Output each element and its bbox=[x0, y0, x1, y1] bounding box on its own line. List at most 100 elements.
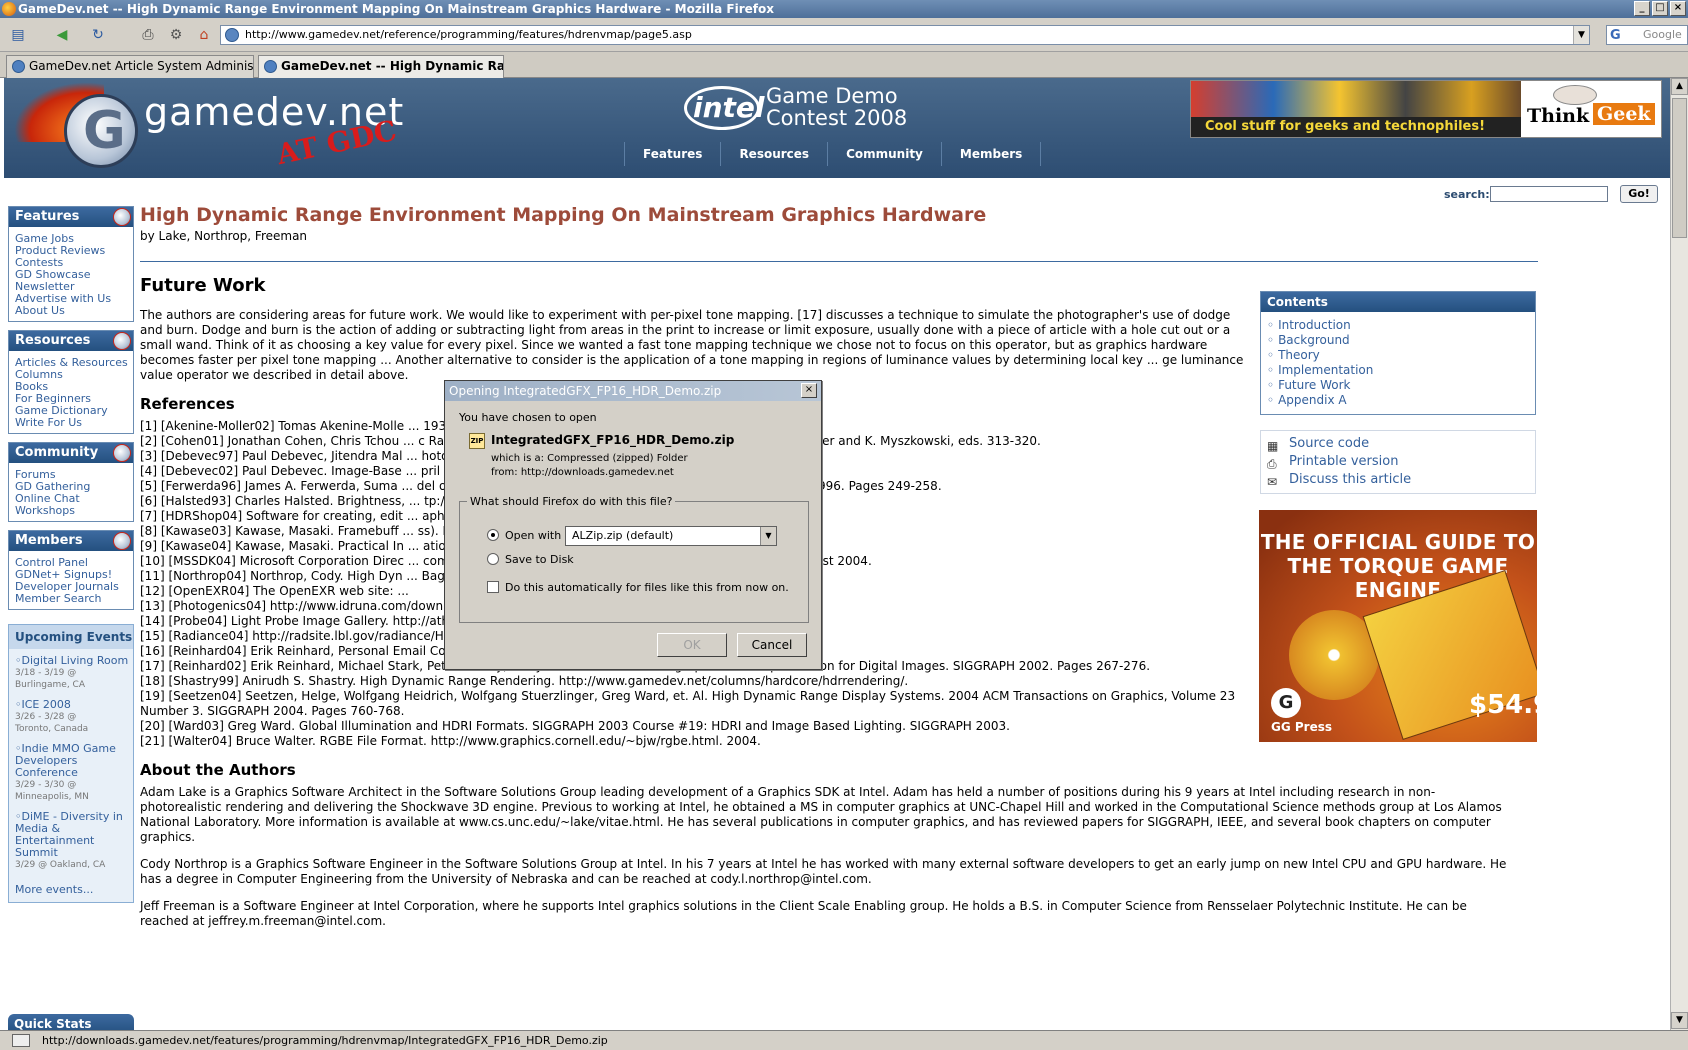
search-input[interactable] bbox=[1490, 186, 1608, 202]
reload-icon[interactable]: ↻ bbox=[88, 26, 108, 44]
scroll-up-icon[interactable]: ▲ bbox=[1671, 78, 1688, 95]
nav-members[interactable]: Members bbox=[940, 142, 1042, 166]
contents-box: Contents Introduction Background Theory … bbox=[1260, 291, 1536, 415]
open-with-radio[interactable] bbox=[487, 529, 499, 541]
discuss-article-link[interactable]: ✉ Discuss this article bbox=[1267, 471, 1529, 489]
firefox-icon bbox=[2, 2, 16, 16]
promo-line-1: Game Demo bbox=[766, 84, 898, 108]
print-icon[interactable]: ⎙ bbox=[138, 26, 158, 44]
status-text: http://downloads.gamedev.net/features/pr… bbox=[42, 1034, 608, 1047]
web-search-field[interactable]: G Google bbox=[1606, 25, 1688, 45]
reference-item: [18] [Shastry99] Anirudh S. Shastry. Hig… bbox=[140, 674, 909, 688]
g-ball-icon bbox=[113, 532, 131, 550]
vertical-scrollbar[interactable]: ▲ ▼ bbox=[1670, 78, 1688, 1030]
google-icon: G bbox=[1610, 28, 1621, 43]
torque-book-ad[interactable]: THE OFFICIAL GUIDE TO THE TORQUE GAME EN… bbox=[1259, 510, 1537, 742]
menu-icon[interactable]: ▤ bbox=[8, 26, 28, 44]
contents-link-appendix-a[interactable]: Appendix A bbox=[1267, 393, 1529, 408]
action-group-label: What should Firefox do with this file? bbox=[467, 495, 676, 508]
banner-product-image bbox=[1191, 81, 1521, 121]
ok-button[interactable]: OK bbox=[657, 633, 727, 657]
save-to-disk-label: Save to Disk bbox=[505, 553, 574, 566]
minimize-button[interactable]: _ bbox=[1634, 1, 1650, 16]
more-events-link[interactable]: More events... bbox=[9, 883, 133, 902]
save-to-disk-radio[interactable] bbox=[487, 553, 499, 565]
sidebar-item-about-us[interactable]: About Us bbox=[15, 305, 129, 317]
event-title[interactable]: ◦Indie MMO Game Developers Conference bbox=[15, 743, 129, 779]
back-icon[interactable]: ◀ bbox=[52, 26, 72, 44]
features-box: Features Game Jobs Product Reviews Conte… bbox=[8, 206, 134, 322]
intel-promo[interactable]: intel Game Demo Contest 2008 bbox=[684, 82, 914, 132]
open-with-value: ALZip.zip (default) bbox=[572, 529, 674, 542]
author-bio-lake: Adam Lake is a Graphics Software Archite… bbox=[140, 785, 1502, 844]
future-work-paragraph: The authors are considering areas for fu… bbox=[140, 308, 1244, 382]
g-ball-icon bbox=[113, 444, 131, 462]
status-bar: http://downloads.gamedev.net/features/pr… bbox=[0, 1030, 1688, 1050]
members-box: Members Control Panel GDNet+ Signups! De… bbox=[8, 530, 134, 610]
chevron-down-icon[interactable]: ▼ bbox=[760, 527, 776, 545]
quick-stats-header: Quick Stats bbox=[8, 1014, 134, 1030]
home-icon[interactable]: ⌂ bbox=[194, 26, 214, 44]
scroll-down-icon[interactable]: ▼ bbox=[1671, 1012, 1688, 1029]
community-box: Community Forums GD Gathering Online Cha… bbox=[8, 442, 134, 522]
reference-item: [21] [Walter04] Bruce Walter. RGBE File … bbox=[140, 734, 761, 748]
event-date: 3/29 @ Oakland, CA bbox=[15, 860, 106, 870]
community-header: Community bbox=[9, 443, 133, 463]
g-ball-icon bbox=[113, 332, 131, 350]
web-search-placeholder: Google bbox=[1643, 28, 1682, 41]
source-code-link[interactable]: ▦ Source code bbox=[1267, 435, 1529, 453]
status-icon bbox=[12, 1034, 30, 1047]
resources-header: Resources bbox=[9, 331, 133, 351]
event-title[interactable]: ◦ICE 2008 bbox=[15, 699, 129, 711]
event-title[interactable]: ◦DiME - Diversity in Media & Entertainme… bbox=[15, 811, 129, 859]
reference-item: [20] [Ward03] Greg Ward. Global Illumina… bbox=[140, 719, 1010, 733]
reference-item: [19] [Seetzen04] Seetzen, Helge, Wolfgan… bbox=[140, 689, 1236, 718]
contents-link-introduction[interactable]: Introduction bbox=[1267, 318, 1529, 333]
site-icon bbox=[225, 28, 239, 42]
intel-logo: intel bbox=[684, 86, 765, 130]
url-dropdown-icon[interactable]: ▼ bbox=[1573, 26, 1589, 44]
contents-link-theory[interactable]: Theory bbox=[1267, 348, 1529, 363]
event-date: 3/18 - 3/19 @ Burlingame, CA bbox=[15, 668, 85, 690]
close-window-button[interactable]: × bbox=[1670, 1, 1686, 16]
sidebar-item-write-for-us[interactable]: Write For Us bbox=[15, 417, 129, 429]
go-button[interactable]: Go! bbox=[1620, 185, 1658, 203]
auto-action-checkbox[interactable] bbox=[487, 581, 499, 593]
author-bio-northrop: Cody Northrop is a Graphics Software Eng… bbox=[140, 857, 1507, 886]
printable-version-link[interactable]: ⎙ Printable version bbox=[1267, 453, 1529, 471]
sidebar-item-member-search[interactable]: Member Search bbox=[15, 593, 129, 605]
tool-icon[interactable]: ⚙ bbox=[166, 26, 186, 44]
contents-link-background[interactable]: Background bbox=[1267, 333, 1529, 348]
url-bar[interactable]: http://www.gamedev.net/reference/program… bbox=[220, 25, 1590, 45]
contents-header: Contents bbox=[1261, 292, 1535, 312]
nav-features[interactable]: Features bbox=[624, 142, 720, 166]
tab-favicon bbox=[264, 60, 277, 73]
speech-bubble-icon: ✉ bbox=[1267, 475, 1278, 489]
window-title: GameDev.net -- High Dynamic Range Enviro… bbox=[18, 2, 774, 16]
maximize-button[interactable]: □ bbox=[1652, 1, 1668, 16]
article-byline: by Lake, Northrop, Freeman bbox=[140, 229, 308, 243]
open-with-select[interactable]: ALZip.zip (default) ▼ bbox=[565, 526, 777, 546]
cancel-button[interactable]: Cancel bbox=[737, 633, 807, 657]
scroll-thumb[interactable] bbox=[1672, 98, 1687, 238]
gamedev-logo[interactable]: G gamedev.net AT GDC bbox=[14, 82, 414, 174]
tab-article-admin[interactable]: GameDev.net Article System Administratio… bbox=[6, 55, 254, 78]
event-title[interactable]: ◦Digital Living Room bbox=[15, 655, 129, 667]
nav-community[interactable]: Community bbox=[827, 142, 941, 166]
dialog-close-button[interactable]: × bbox=[801, 383, 817, 398]
window-title-bar: GameDev.net -- High Dynamic Range Enviro… bbox=[0, 0, 1688, 18]
tab-label: GameDev.net Article System Administratio… bbox=[29, 59, 254, 73]
nav-resources[interactable]: Resources bbox=[720, 142, 827, 166]
site-header: G gamedev.net AT GDC intel Game Demo Con… bbox=[4, 78, 1670, 178]
tab-favicon bbox=[12, 60, 25, 73]
thinkgeek-banner-ad[interactable]: Cool stuff for geeks and technophiles! T… bbox=[1190, 80, 1662, 138]
dialog-intro: You have chosen to open bbox=[459, 411, 597, 424]
tab-current-article[interactable]: GameDev.net -- High Dynamic Ran... bbox=[258, 55, 504, 78]
url-text: http://www.gamedev.net/reference/program… bbox=[245, 28, 692, 41]
contents-link-future-work[interactable]: Future Work bbox=[1267, 378, 1529, 393]
contents-link-implementation[interactable]: Implementation bbox=[1267, 363, 1529, 378]
sidebar-item-workshops[interactable]: Workshops bbox=[15, 505, 129, 517]
author-bio-freeman: Jeff Freeman is a Software Engineer at I… bbox=[140, 899, 1467, 928]
ad-price: $54.95 bbox=[1469, 690, 1537, 720]
section-about-authors: About the Authors bbox=[140, 761, 296, 779]
